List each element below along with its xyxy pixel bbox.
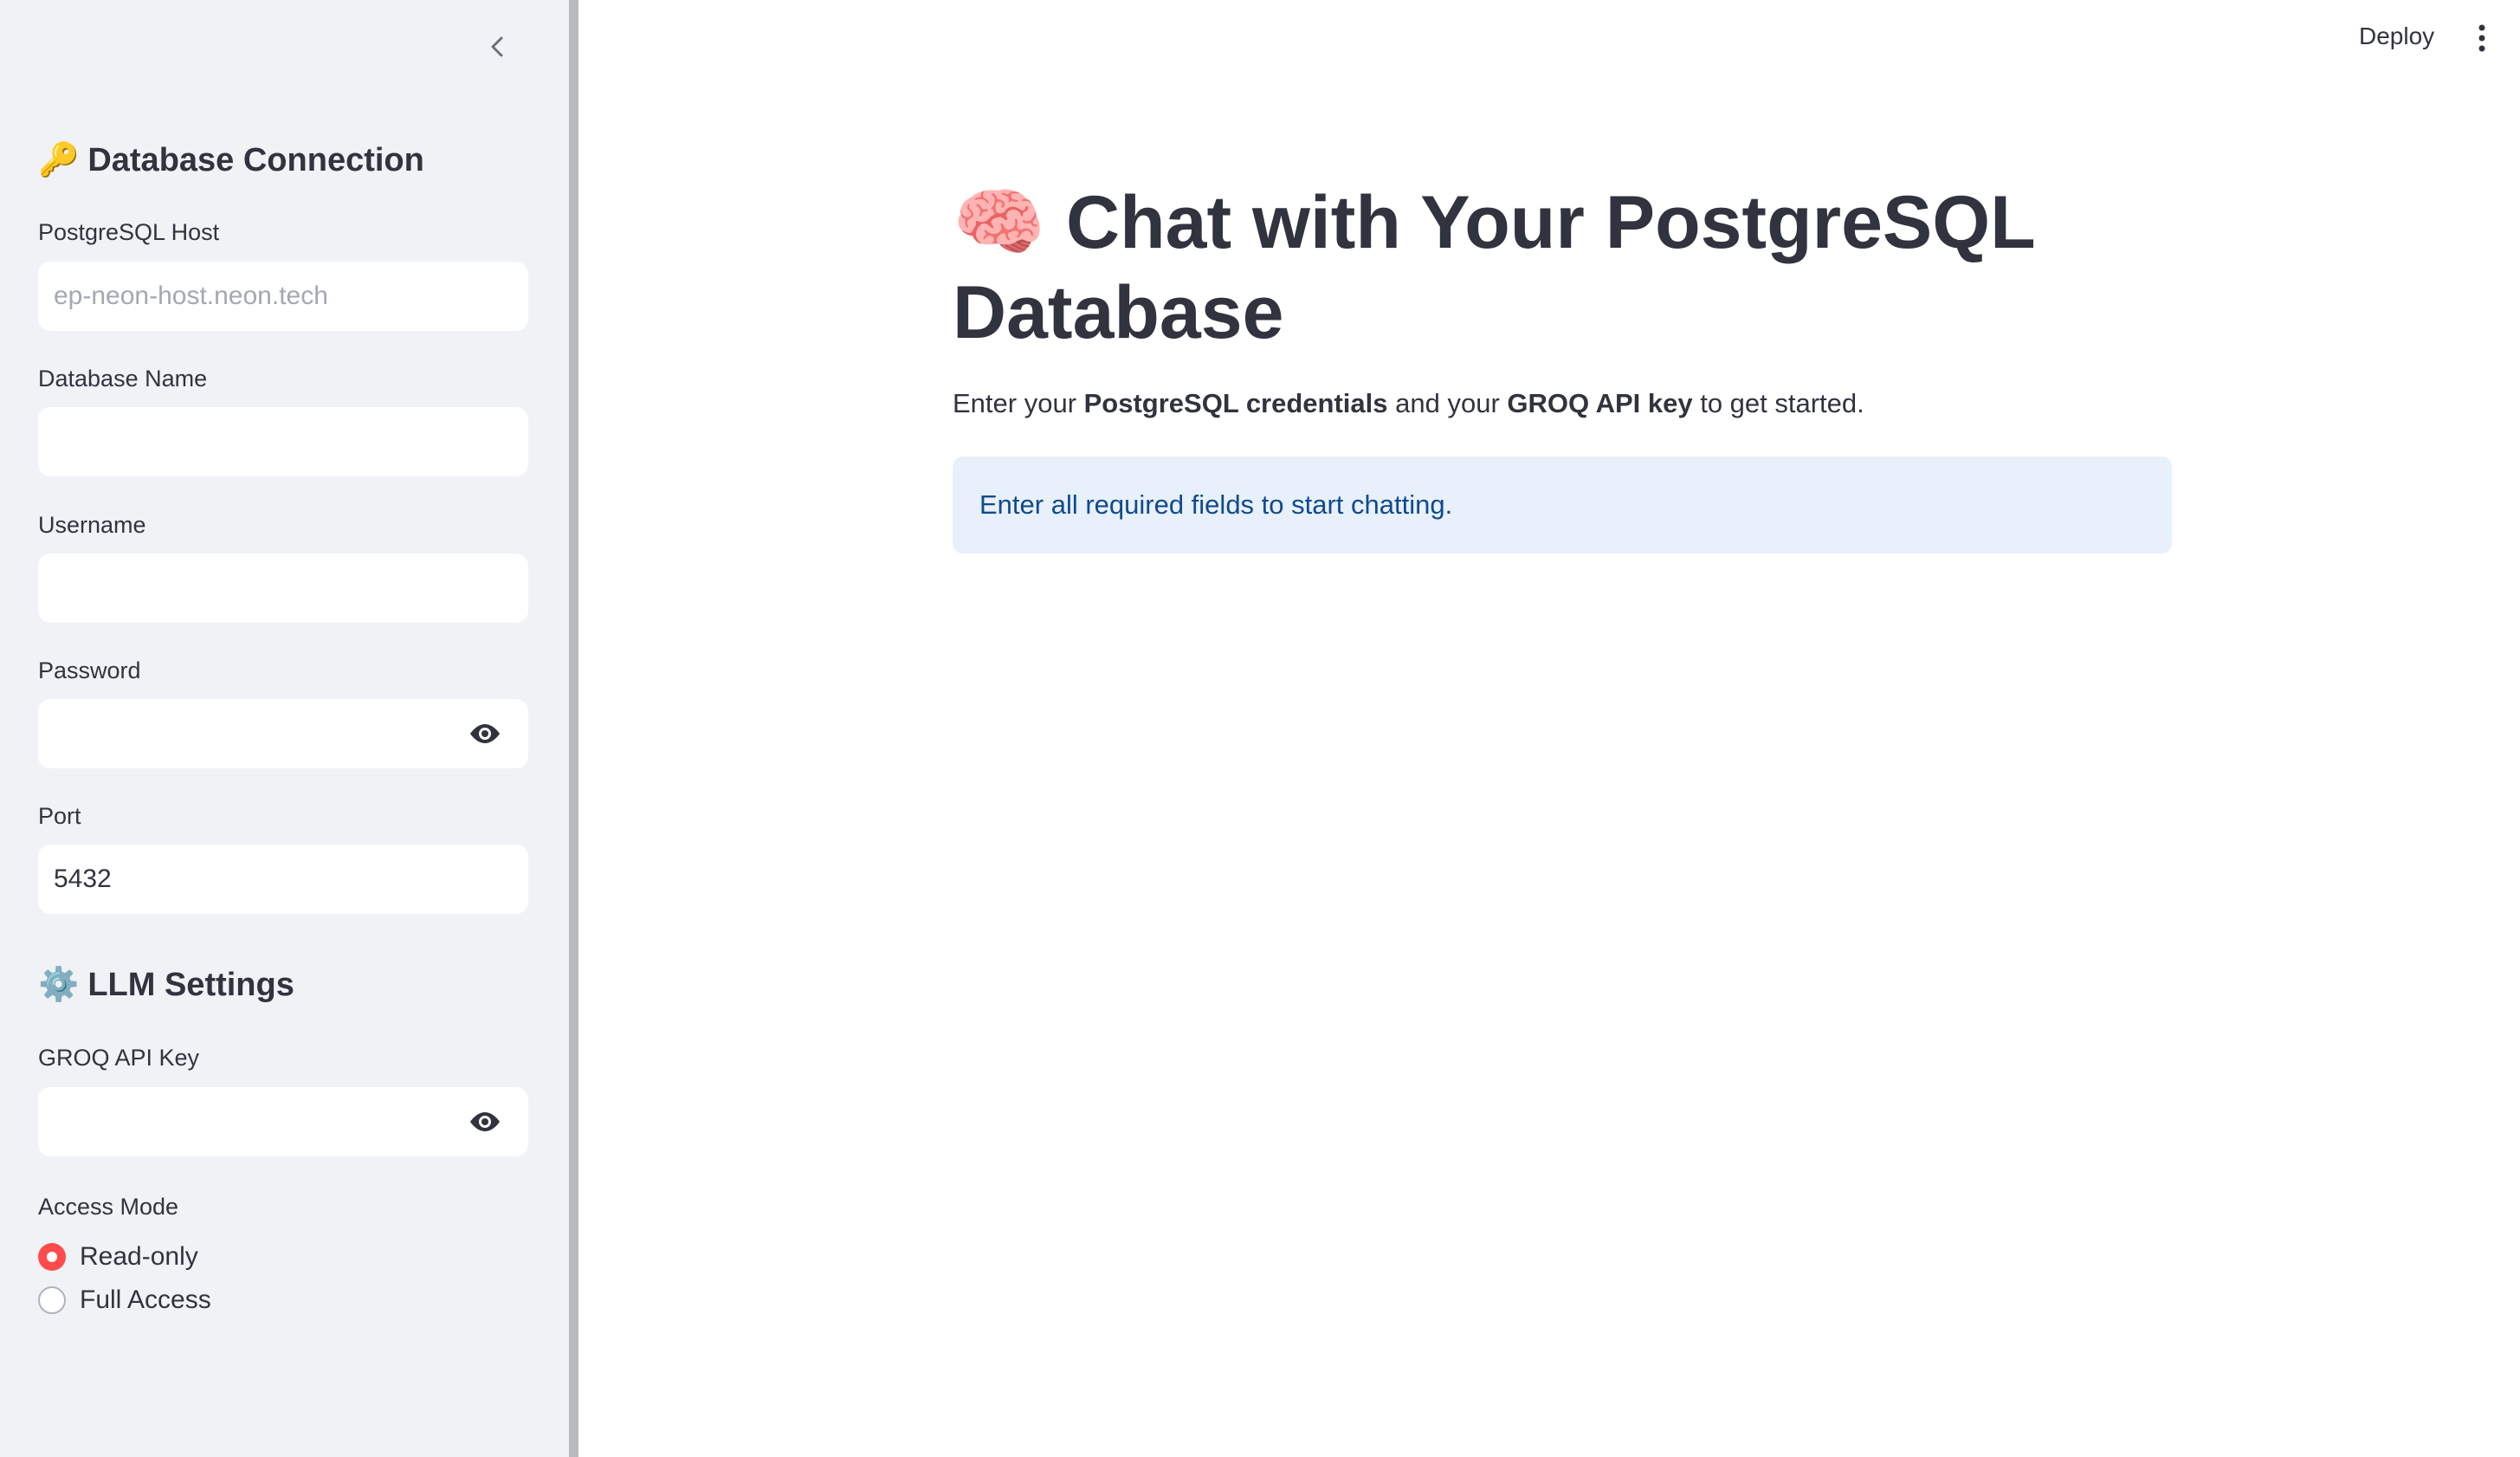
radio-read-only-label: Read-only	[80, 1242, 198, 1271]
password-input[interactable]	[54, 719, 452, 748]
more-vertical-icon	[2478, 24, 2485, 52]
host-input[interactable]	[54, 282, 452, 311]
password-field[interactable]	[38, 699, 528, 768]
password-label: Password	[38, 657, 141, 683]
port-input[interactable]	[54, 864, 452, 894]
page-title-text: Chat with Your PostgreSQL Database	[953, 181, 2035, 354]
key-icon: 🔑	[38, 142, 80, 178]
llm-settings-header: ⚙️ LLM Settings	[38, 966, 294, 1004]
groq-key-field[interactable]	[38, 1087, 528, 1156]
radio-read-only[interactable]: Read-only	[38, 1242, 198, 1272]
radio-button-checked[interactable]	[38, 1243, 66, 1271]
info-alert-text: Enter all required fields to start chatt…	[979, 489, 1453, 520]
eye-icon	[470, 724, 500, 743]
groq-key-label: GROQ API Key	[38, 1045, 200, 1071]
db-connection-header: 🔑 Database Connection	[38, 141, 424, 179]
collapse-sidebar-button[interactable]	[478, 28, 516, 66]
info-alert: Enter all required fields to start chatt…	[953, 457, 2172, 554]
username-field[interactable]	[38, 554, 528, 623]
subtitle-bold-2: GROQ API key	[1507, 388, 1693, 418]
subtitle-text-3: to get started.	[1692, 388, 1864, 418]
subtitle-text-1: Enter your	[953, 388, 1084, 418]
subtitle-text-2: and your	[1387, 388, 1508, 418]
dbname-label: Database Name	[38, 366, 208, 392]
dbname-field[interactable]	[38, 407, 528, 476]
page-title: 🧠 Chat with Your PostgreSQL Database	[953, 178, 2182, 358]
username-input[interactable]	[54, 573, 452, 603]
show-password-button[interactable]	[466, 715, 504, 753]
radio-full-access-label: Full Access	[80, 1285, 211, 1314]
deploy-button[interactable]: Deploy	[2359, 23, 2434, 50]
username-label: Username	[38, 512, 146, 538]
groq-key-input[interactable]	[54, 1107, 452, 1136]
sidebar: 🔑 Database Connection PostgreSQL Host Da…	[0, 0, 569, 1457]
chevron-left-icon	[491, 36, 503, 57]
host-label: PostgreSQL Host	[38, 219, 220, 245]
show-api-key-button[interactable]	[466, 1103, 504, 1141]
eye-icon	[470, 1112, 500, 1131]
host-field[interactable]	[38, 262, 528, 331]
sidebar-resize-handle[interactable]	[569, 0, 578, 1457]
radio-button-unchecked[interactable]	[38, 1286, 66, 1314]
gear-icon: ⚙️	[38, 967, 80, 1003]
main-menu-button[interactable]	[2466, 17, 2497, 59]
brain-icon: 🧠	[953, 181, 1046, 264]
access-mode-label: Access Mode	[38, 1194, 179, 1220]
port-label: Port	[38, 803, 81, 829]
llm-settings-title: LLM Settings	[87, 966, 294, 1003]
dbname-input[interactable]	[54, 427, 452, 457]
port-field[interactable]	[38, 845, 528, 914]
db-connection-title: Database Connection	[87, 141, 424, 178]
page-subtitle: Enter your PostgreSQL credentials and yo…	[953, 388, 1864, 419]
radio-full-access[interactable]: Full Access	[38, 1285, 211, 1315]
subtitle-bold-1: PostgreSQL credentials	[1083, 388, 1388, 418]
